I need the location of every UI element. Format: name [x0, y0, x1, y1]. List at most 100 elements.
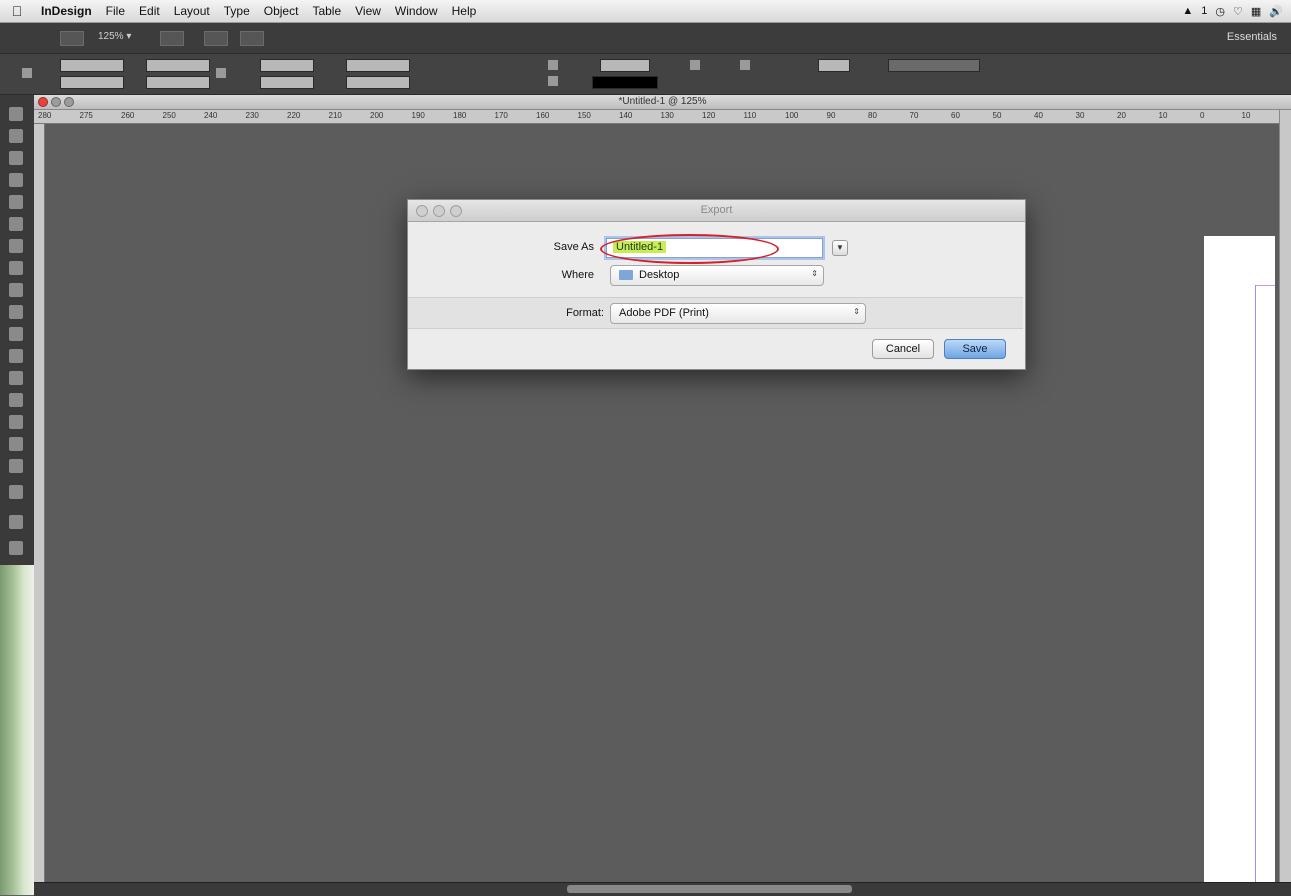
text-wrap-icon[interactable]	[690, 60, 700, 70]
menu-app-name[interactable]: InDesign	[34, 4, 99, 18]
content-collector-icon[interactable]	[9, 173, 23, 187]
scale-y-field[interactable]	[260, 76, 314, 89]
ruler-tick-label: 230	[245, 111, 259, 120]
popup-arrows-icon: ⇕	[811, 269, 818, 278]
selection-tool-icon[interactable]	[9, 107, 23, 121]
horizontal-scrollbar[interactable]	[567, 885, 852, 893]
corner-size-field[interactable]	[818, 59, 850, 72]
status-count: 1	[1201, 5, 1208, 17]
zoom-window-icon[interactable]	[64, 97, 74, 107]
notification-icon[interactable]: ♡	[1233, 5, 1243, 18]
expand-dialog-button[interactable]: ▼	[832, 240, 848, 256]
free-transform-tool-icon[interactable]	[9, 349, 23, 363]
menu-type[interactable]: Type	[217, 4, 257, 18]
ruler-tick-label: 220	[287, 111, 301, 120]
document-title-bar: *Untitled-1 @ 125%	[34, 95, 1291, 110]
screen-mode-icon[interactable]	[9, 541, 23, 555]
highlight-annotation	[600, 234, 779, 264]
y-position-field[interactable]	[60, 76, 124, 89]
menu-layout[interactable]: Layout	[167, 4, 217, 18]
ruler-tick-label: 70	[909, 111, 919, 120]
workspace-switcher[interactable]: Essentials	[1227, 31, 1277, 43]
screen-mode-button[interactable]	[204, 31, 228, 46]
stroke-type-field[interactable]	[592, 76, 658, 89]
document-page[interactable]	[1204, 236, 1275, 882]
menu-bar:  InDesign File Edit Layout Type Object …	[0, 0, 1291, 23]
dialog-minimize-icon[interactable]	[433, 205, 445, 217]
bridge-button[interactable]	[60, 31, 84, 46]
x-position-field[interactable]	[60, 59, 124, 72]
ruler-tick-label: 260	[121, 111, 135, 120]
adobe-status-icon[interactable]: ▲	[1182, 5, 1193, 17]
height-field[interactable]	[146, 76, 210, 89]
ruler-tick-label: 100	[785, 111, 799, 120]
dialog-zoom-icon[interactable]	[450, 205, 462, 217]
ruler-tick-label: 210	[328, 111, 342, 120]
line-tool-icon[interactable]	[9, 217, 23, 231]
constrain-proportions-icon[interactable]	[216, 68, 226, 78]
view-options-button[interactable]	[160, 31, 184, 46]
zoom-level[interactable]: 125% ▾	[98, 31, 131, 42]
vertical-scrollbar[interactable]	[1279, 110, 1291, 882]
object-style-field[interactable]	[888, 59, 980, 72]
dialog-title-bar: Export	[408, 200, 1025, 222]
folder-icon	[619, 270, 633, 280]
zoom-tool-icon[interactable]	[9, 459, 23, 473]
scale-x-field[interactable]	[260, 59, 314, 72]
minimize-window-icon[interactable]	[51, 97, 61, 107]
rectangle-frame-tool-icon[interactable]	[9, 283, 23, 297]
format-popup[interactable]: Adobe PDF (Print) ⇕	[610, 303, 866, 324]
ruler-tick-label: 50	[992, 111, 1002, 120]
hand-tool-icon[interactable]	[9, 437, 23, 451]
ruler-tick-label: 240	[204, 111, 218, 120]
direct-selection-tool-icon[interactable]	[9, 129, 23, 143]
volume-icon[interactable]: 🔊	[1269, 5, 1283, 18]
menu-table[interactable]: Table	[305, 4, 348, 18]
menu-object[interactable]: Object	[257, 4, 306, 18]
ruler-tick-label: 160	[536, 111, 550, 120]
dialog-close-icon[interactable]	[416, 205, 428, 217]
width-field[interactable]	[146, 59, 210, 72]
menu-window[interactable]: Window	[388, 4, 445, 18]
rectangle-tool-icon[interactable]	[9, 305, 23, 319]
ruler-tick-label: 110	[743, 111, 757, 120]
gap-tool-icon[interactable]	[9, 151, 23, 165]
ruler-tick-label: 170	[494, 111, 508, 120]
menu-help[interactable]: Help	[445, 4, 484, 18]
fill-swatch-icon[interactable]	[548, 60, 558, 70]
menu-file[interactable]: File	[99, 4, 132, 18]
scissors-tool-icon[interactable]	[9, 327, 23, 341]
arrange-documents-button[interactable]	[240, 31, 264, 46]
window-controls	[38, 97, 74, 107]
eyedropper-tool-icon[interactable]	[9, 415, 23, 429]
fill-stroke-icon[interactable]	[9, 485, 23, 499]
formatting-affects-icon[interactable]	[9, 515, 23, 529]
vertical-ruler[interactable]	[34, 124, 45, 882]
pencil-tool-icon[interactable]	[9, 261, 23, 275]
page-margin-top	[1255, 285, 1275, 286]
input-source-icon[interactable]: ▦	[1251, 5, 1261, 18]
apple-menu-icon[interactable]: 	[0, 3, 34, 19]
ruler-tick-label: 200	[370, 111, 384, 120]
save-button[interactable]: Save	[944, 339, 1006, 359]
rotation-field[interactable]	[346, 59, 410, 72]
note-tool-icon[interactable]	[9, 393, 23, 407]
gradient-tool-icon[interactable]	[9, 371, 23, 385]
time-machine-icon[interactable]: ◷	[1215, 5, 1225, 18]
shear-field[interactable]	[346, 76, 410, 89]
reference-point-icon[interactable]	[22, 68, 32, 78]
where-label: Where	[561, 269, 594, 281]
stroke-weight-field[interactable]	[600, 59, 650, 72]
close-window-icon[interactable]	[38, 97, 48, 107]
ruler-tick-label: 140	[619, 111, 633, 120]
pen-tool-icon[interactable]	[9, 239, 23, 253]
fitting-icon[interactable]	[740, 60, 750, 70]
type-tool-icon[interactable]	[9, 195, 23, 209]
where-popup[interactable]: Desktop ⇕	[610, 265, 824, 286]
horizontal-ruler[interactable]: 280 275 260 250 240 230 220 210 200 190 180 170 160 1…	[34, 110, 1279, 124]
stroke-swatch-icon[interactable]	[548, 76, 558, 86]
ruler-tick-label: 10	[1241, 111, 1251, 120]
menu-edit[interactable]: Edit	[132, 4, 167, 18]
cancel-button[interactable]: Cancel	[872, 339, 934, 359]
menu-view[interactable]: View	[348, 4, 388, 18]
